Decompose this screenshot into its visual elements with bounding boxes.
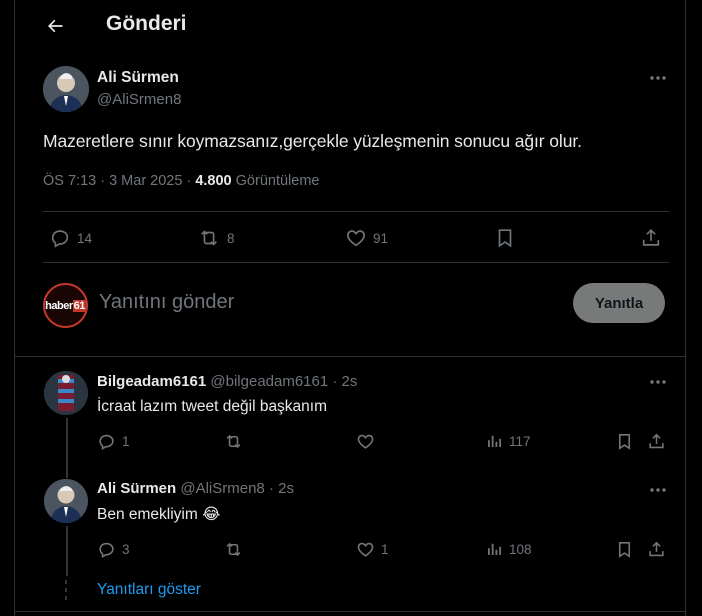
heart-icon xyxy=(347,230,365,247)
divider xyxy=(15,611,685,612)
like-count: 91 xyxy=(373,230,389,246)
reply-input[interactable]: Yanıtını gönder xyxy=(99,291,234,314)
repost-button[interactable] xyxy=(223,540,250,559)
reply-button[interactable]: 1 xyxy=(97,432,130,451)
reply-button[interactable]: 14 xyxy=(49,227,92,249)
current-user-avatar: haber61 xyxy=(43,283,88,328)
view-count: 4.800 xyxy=(195,173,232,189)
page-title: Gönderi xyxy=(106,12,187,35)
reply-author-avatar[interactable] xyxy=(44,479,88,523)
reply-button[interactable]: 3 xyxy=(97,540,130,559)
repost-count: 8 xyxy=(227,230,235,246)
tweet-meta: ÖS 7:13 · 3 Mar 2025 · 4.800 Görüntüleme xyxy=(43,173,319,189)
view-count: 108 xyxy=(509,541,532,557)
repost-button[interactable] xyxy=(223,432,250,451)
reply-header: Bilgeadam6161 @bilgeadam6161 · 2s xyxy=(97,373,357,390)
more-icon xyxy=(650,488,666,492)
reply-author-handle[interactable]: @bilgeadam6161 · 2s xyxy=(206,373,357,390)
avatar-logo: haber61 xyxy=(45,299,86,312)
views-button[interactable]: 117 xyxy=(485,432,531,450)
thread-connector xyxy=(66,418,68,478)
repost-button[interactable]: 8 xyxy=(197,227,235,249)
share-icon xyxy=(642,229,660,246)
view-count: 117 xyxy=(509,433,531,449)
back-button[interactable] xyxy=(41,12,69,40)
views-button[interactable]: 108 xyxy=(485,540,532,558)
repost-icon xyxy=(226,434,241,449)
heart-icon xyxy=(357,434,374,449)
reply-author-name[interactable]: Ali Sürmen xyxy=(97,480,176,497)
reply-text: Ben emekliyim 😂 xyxy=(97,506,221,523)
reply-text: İcraat lazım tweet değil başkanım xyxy=(97,398,328,415)
share-button[interactable] xyxy=(640,227,662,249)
repost-icon xyxy=(226,542,241,557)
reply-header: Ali Sürmen @AliSrmen8 · 2s xyxy=(97,480,294,497)
reply-count: 14 xyxy=(77,230,93,246)
reply-icon xyxy=(51,230,69,248)
heart-icon xyxy=(357,542,374,557)
reply-icon xyxy=(99,434,114,450)
reply-author-name[interactable]: Bilgeadam6161 xyxy=(97,373,206,390)
page-header: Gönderi xyxy=(15,0,685,52)
share-button[interactable] xyxy=(647,432,666,451)
more-icon xyxy=(650,76,666,80)
author-handle[interactable]: @AliSrmen8 xyxy=(97,91,181,108)
bookmark-icon xyxy=(618,433,631,450)
thread-connector xyxy=(66,526,68,576)
reply-count: 1 xyxy=(122,434,130,449)
share-icon xyxy=(649,433,664,449)
like-count: 1 xyxy=(381,542,389,557)
bookmark-button[interactable] xyxy=(494,227,516,249)
tweet-timestamp[interactable]: ÖS 7:13 · 3 Mar 2025 · xyxy=(43,173,195,189)
reply-icon xyxy=(99,542,114,558)
like-button[interactable] xyxy=(356,432,381,451)
author-avatar[interactable] xyxy=(43,66,89,112)
thread-dots xyxy=(65,580,67,600)
like-button[interactable]: 1 xyxy=(356,540,389,559)
more-options-button[interactable] xyxy=(645,480,671,500)
reply-count: 3 xyxy=(122,542,130,557)
bookmark-icon xyxy=(618,541,631,558)
more-options-button[interactable] xyxy=(645,68,671,88)
reply-author-avatar[interactable] xyxy=(44,371,88,415)
divider xyxy=(43,262,669,263)
tweet-text: Mazeretlere sınır koymazsanız,gerçekle y… xyxy=(43,131,582,151)
divider xyxy=(43,211,669,212)
share-button[interactable] xyxy=(647,540,666,559)
bar-chart-icon xyxy=(488,435,502,447)
share-icon xyxy=(649,541,664,557)
like-button[interactable]: 91 xyxy=(345,227,388,249)
post-frame: Gönderi Ali Sürmen @AliSrmen8 Mazeretler… xyxy=(14,0,686,616)
bookmark-icon xyxy=(498,229,512,248)
reply-submit-button[interactable]: Yanıtla xyxy=(573,283,665,323)
repost-icon xyxy=(201,230,217,246)
bookmark-button[interactable] xyxy=(615,432,634,451)
more-options-button[interactable] xyxy=(645,372,671,392)
arrow-left-icon xyxy=(48,19,63,33)
show-replies-link[interactable]: Yanıtları göster xyxy=(97,581,201,599)
reply-author-handle[interactable]: @AliSrmen8 · 2s xyxy=(176,480,294,497)
bar-chart-icon xyxy=(488,543,502,555)
divider xyxy=(15,356,685,357)
bookmark-button[interactable] xyxy=(615,540,634,559)
author-name[interactable]: Ali Sürmen xyxy=(97,69,179,87)
view-label: Görüntüleme xyxy=(231,173,320,189)
more-icon xyxy=(650,380,666,384)
